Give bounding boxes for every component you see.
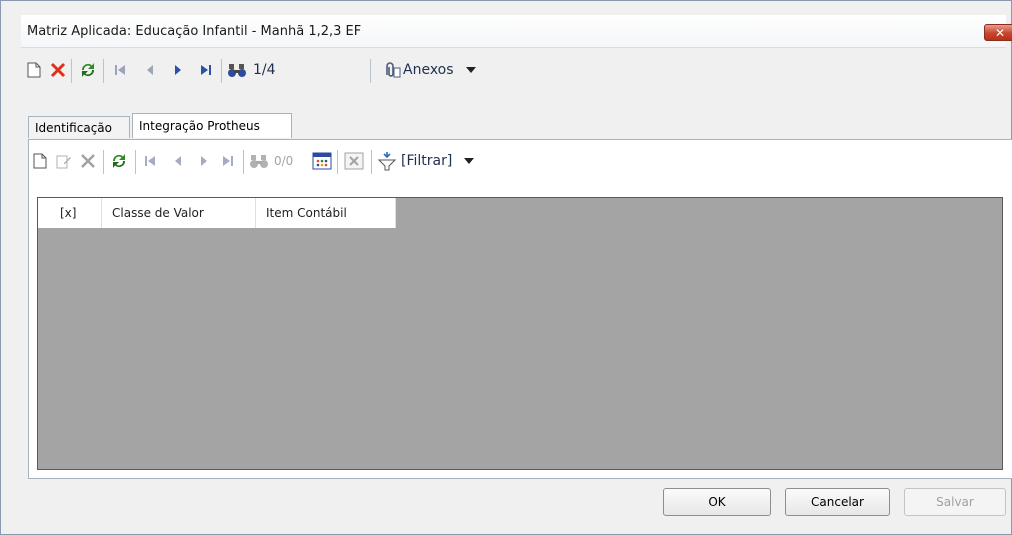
- ok-label: OK: [708, 495, 726, 509]
- toolbar-separator: [337, 150, 338, 174]
- toolbar-separator: [243, 150, 244, 174]
- toolbar-separator: [103, 150, 104, 174]
- grid-columns-button[interactable]: [309, 148, 335, 174]
- main-area: Identificação Integração Protheus 0/0 [F…: [21, 97, 1012, 535]
- paperclip-icon: [386, 62, 401, 78]
- excel-export-icon: [344, 152, 364, 170]
- main-toolbar: 1/4 Anexos: [21, 53, 1001, 87]
- refresh-icon: [81, 63, 95, 77]
- tab-integracao-protheus[interactable]: Integração Protheus: [132, 113, 292, 138]
- column-header-select[interactable]: [x]: [38, 198, 102, 228]
- previous-icon: [175, 156, 181, 166]
- filter-label: [Filtrar]: [401, 153, 453, 169]
- first-icon: [145, 156, 155, 166]
- grid-search-button[interactable]: 0/0: [249, 148, 309, 174]
- delete-x-icon: [81, 154, 95, 168]
- record-position: 1/4: [253, 62, 276, 78]
- previous-icon: [147, 65, 153, 75]
- toolbar-separator: [103, 59, 104, 83]
- next-icon: [201, 156, 207, 166]
- column-header-item-contabil[interactable]: Item Contábil: [256, 198, 396, 228]
- attachments-button[interactable]: Anexos: [381, 57, 503, 83]
- grid-refresh-button[interactable]: [107, 148, 131, 174]
- new-document-icon: [27, 62, 41, 78]
- next-record-button[interactable]: [167, 57, 189, 83]
- column-header-classe-valor[interactable]: Classe de Valor: [102, 198, 256, 228]
- binoculars-icon: [228, 64, 246, 77]
- delete-record-button[interactable]: [47, 57, 69, 83]
- new-document-icon: [33, 153, 47, 169]
- edit-icon: [56, 155, 71, 169]
- cancel-label: Cancelar: [811, 495, 864, 509]
- grid-first-button[interactable]: [139, 148, 161, 174]
- previous-record-button[interactable]: [139, 57, 161, 83]
- refresh-button[interactable]: [76, 57, 100, 83]
- filter-icon: [377, 152, 397, 171]
- grid-export-button[interactable]: [341, 148, 367, 174]
- first-icon: [115, 65, 125, 75]
- chevron-down-icon: [464, 158, 475, 164]
- grid-last-button[interactable]: [217, 148, 239, 174]
- toolbar-separator: [221, 59, 222, 83]
- last-icon: [223, 156, 233, 166]
- chevron-down-icon: [465, 67, 476, 73]
- save-button[interactable]: Salvar: [904, 488, 1006, 516]
- grid-previous-button[interactable]: [167, 148, 189, 174]
- toolbar-separator: [135, 150, 136, 174]
- save-label: Salvar: [936, 495, 974, 509]
- binoculars-icon: [250, 155, 268, 168]
- grid-new-button[interactable]: [29, 148, 51, 174]
- refresh-icon: [112, 154, 126, 168]
- tab-label: Identificação: [35, 121, 112, 135]
- grid-record-position: 0/0: [274, 154, 294, 168]
- grid-columns-icon: [312, 152, 332, 170]
- toolbar-separator: [71, 59, 72, 83]
- grid-toolbar: 0/0 [Filtrar]: [29, 140, 1012, 180]
- attachments-label: Anexos: [403, 62, 454, 78]
- cancel-button[interactable]: Cancelar: [785, 488, 890, 516]
- new-record-button[interactable]: [23, 57, 45, 83]
- grid-next-button[interactable]: [193, 148, 215, 174]
- close-button[interactable]: ✕: [984, 24, 1012, 41]
- close-icon: ✕: [994, 26, 1006, 40]
- delete-x-icon: [50, 62, 66, 78]
- first-record-button[interactable]: [109, 57, 131, 83]
- tab-panel: 0/0 [Filtrar] [x] Classe de Valor Item C…: [28, 139, 1012, 479]
- toolbar-separator: [371, 150, 372, 174]
- filter-button[interactable]: [Filtrar]: [377, 148, 507, 174]
- last-icon: [201, 65, 211, 75]
- search-button[interactable]: 1/4: [227, 57, 293, 83]
- data-grid[interactable]: [x] Classe de Valor Item Contábil: [37, 197, 1003, 470]
- last-record-button[interactable]: [195, 57, 217, 83]
- toolbar-separator: [370, 59, 371, 83]
- grid-header: [x] Classe de Valor Item Contábil: [38, 198, 396, 228]
- ok-button[interactable]: OK: [663, 488, 771, 516]
- dialog-window: Matriz Aplicada: Educação Infantil - Man…: [0, 0, 1012, 535]
- tab-identificacao[interactable]: Identificação: [28, 116, 130, 138]
- grid-delete-button[interactable]: [77, 148, 99, 174]
- next-icon: [175, 65, 181, 75]
- window-title: Matriz Aplicada: Educação Infantil - Man…: [27, 24, 362, 39]
- tab-label: Integração Protheus: [139, 119, 260, 133]
- title-bar[interactable]: Matriz Aplicada: Educação Infantil - Man…: [21, 15, 1012, 48]
- grid-edit-button[interactable]: [53, 148, 75, 174]
